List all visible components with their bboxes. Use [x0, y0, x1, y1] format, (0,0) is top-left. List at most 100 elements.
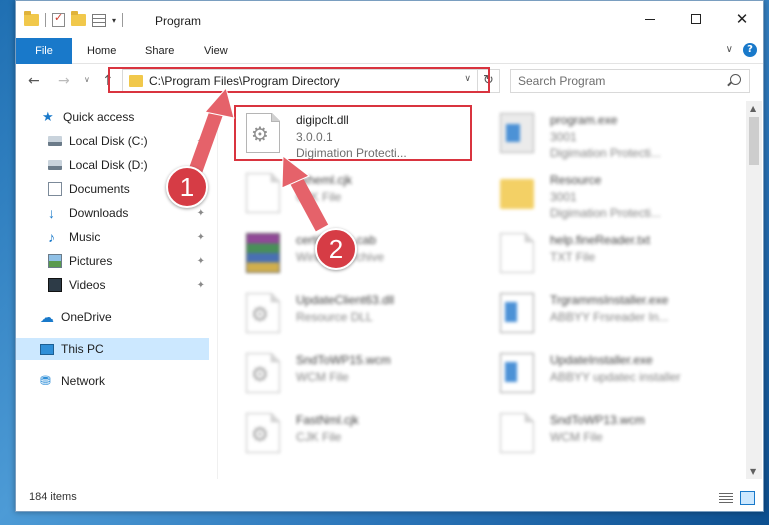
ribbon-tabs: File Home Share View ∨ ?: [16, 38, 763, 64]
documents-icon: [48, 182, 62, 196]
file-item[interactable]: UpdateInstaller.exe ABBYY updatec instal…: [490, 345, 740, 401]
back-button[interactable]: ←: [28, 73, 40, 89]
step-2-badge: 2: [315, 228, 357, 270]
dll-icon: [246, 293, 280, 333]
exe-icon: [500, 113, 534, 153]
file-version: 3001: [550, 130, 577, 144]
file-item[interactable]: TrgrammsInstaller.exe ABBYY Frsreader In…: [490, 285, 740, 341]
window-title: Program: [155, 14, 202, 28]
file-type: WCM File: [296, 370, 349, 384]
sidebar-item-label: OneDrive: [61, 310, 112, 324]
sidebar-item-label: Music: [69, 230, 101, 244]
sidebar-item-music[interactable]: ♪ Music ✦: [16, 226, 209, 248]
download-icon: ↓: [48, 205, 55, 221]
file-name: Resource: [550, 173, 602, 187]
nav-pane-divider: [217, 101, 218, 479]
file-icon: [500, 413, 534, 453]
sidebar-item-label: Documents: [69, 182, 130, 196]
file-name: SndToWP13.wcm: [550, 413, 645, 427]
maximize-button[interactable]: [673, 1, 719, 37]
dll-icon: [246, 353, 280, 393]
pin-icon[interactable]: ✦: [197, 136, 205, 147]
search-box[interactable]: [510, 69, 750, 93]
search-input[interactable]: [511, 70, 723, 92]
file-type: CJK File: [296, 430, 342, 444]
tab-share[interactable]: Share: [145, 38, 174, 64]
sidebar-item-network[interactable]: ⛃ Network: [16, 370, 209, 392]
sidebar-item-label: Downloads: [69, 206, 129, 220]
file-type: ABBYY updatec installer: [550, 370, 681, 384]
minimize-icon: [645, 18, 655, 20]
details-view-icon[interactable]: [719, 493, 733, 504]
file-name: TrgrammsInstaller.exe: [550, 293, 669, 307]
star-icon: ★: [42, 109, 54, 124]
help-icon[interactable]: ?: [743, 43, 757, 57]
sidebar-item-label: Local Disk (D:): [69, 158, 148, 172]
title-bar: ▾ Program ✕: [16, 1, 763, 37]
forward-button[interactable]: →: [58, 73, 70, 89]
scroll-down-icon[interactable]: ▼: [750, 467, 756, 476]
network-icon: ⛃: [40, 373, 51, 388]
sidebar-item-onedrive[interactable]: ☁ OneDrive: [16, 306, 209, 328]
file-item[interactable]: help.fineReader.txt TXT File: [490, 225, 740, 281]
vertical-scrollbar[interactable]: ▲ ▼: [746, 101, 762, 479]
tab-home[interactable]: Home: [87, 38, 116, 64]
file-description: Digimation Protecti...: [550, 146, 661, 160]
quick-access-toolbar: ▾: [24, 11, 124, 27]
tiles-view-icon[interactable]: [740, 491, 755, 505]
sidebar-item-label: Videos: [69, 278, 106, 292]
pin-icon[interactable]: ✦: [197, 208, 205, 219]
sidebar-item-label: This PC: [61, 342, 104, 356]
recent-locations-dropdown-icon[interactable]: ∨: [84, 75, 90, 84]
new-folder-icon[interactable]: [71, 11, 86, 26]
minimize-button[interactable]: [627, 1, 673, 37]
file-item[interactable]: fixheml.cjk CJK File: [236, 165, 486, 221]
file-name: program.exe: [550, 113, 618, 127]
sidebar-item-label: Network: [61, 374, 106, 388]
pictures-icon: [48, 254, 62, 268]
file-type: ABBYY Frsreader In...: [550, 310, 669, 324]
file-item[interactable]: program.exe 3001 Digimation Protecti...: [490, 105, 740, 161]
step-1-badge: 1: [166, 166, 208, 208]
properties-check-icon[interactable]: [52, 11, 65, 27]
file-type: Resource DLL: [296, 310, 373, 324]
item-count: 184 items: [29, 491, 77, 503]
sidebar-item-label: Pictures: [69, 254, 113, 268]
file-item[interactable]: UpdateClient63.dll Resource DLL: [236, 285, 486, 341]
tab-view[interactable]: View: [204, 38, 228, 64]
file-item[interactable]: SndToWP15.wcm WCM File: [236, 345, 486, 401]
file-item[interactable]: Resource 3001 Digimation Protecti...: [490, 165, 740, 221]
pin-icon[interactable]: ✦: [197, 232, 205, 243]
sidebar-item-this-pc[interactable]: This PC: [16, 338, 209, 360]
customize-qat-dropdown-icon[interactable]: ▾: [112, 16, 116, 25]
close-button[interactable]: ✕: [719, 1, 765, 37]
search-icon[interactable]: [730, 74, 741, 85]
dll-icon: [246, 413, 280, 453]
expand-ribbon-icon[interactable]: ∨: [726, 44, 733, 55]
file-version: 3001: [550, 190, 577, 204]
view-options-icon[interactable]: [92, 13, 106, 27]
file-type: WCM File: [550, 430, 603, 444]
folder-icon: [500, 179, 534, 209]
sidebar-item-videos[interactable]: Videos ✦: [16, 274, 209, 296]
file-item[interactable]: SndToWP13.wcm WCM File: [490, 405, 740, 461]
file-item[interactable]: certificates.cab WinRAR archive: [236, 225, 486, 281]
close-icon: ✕: [735, 10, 749, 28]
pin-icon[interactable]: ✦: [197, 256, 205, 267]
pin-icon[interactable]: ✦: [197, 280, 205, 291]
folder-icon: [24, 11, 39, 26]
pc-icon: [40, 343, 54, 355]
scroll-up-icon[interactable]: ▲: [750, 104, 756, 113]
file-item[interactable]: FastNml.cjk CJK File: [236, 405, 486, 461]
sidebar-item-label: Local Disk (C:): [69, 134, 148, 148]
sidebar-item-quick-access[interactable]: ★ Quick access: [16, 106, 209, 128]
file-icon: [246, 173, 280, 213]
tab-file[interactable]: File: [16, 38, 72, 64]
sidebar-item-local-disk-c[interactable]: Local Disk (C:) ✦: [16, 130, 209, 152]
installer-icon: [500, 353, 534, 393]
navigation-pane: ★ Quick access Local Disk (C:) ✦ Local D…: [16, 101, 216, 479]
sidebar-item-label: Quick access: [63, 110, 135, 124]
sidebar-item-pictures[interactable]: Pictures ✦: [16, 250, 209, 272]
scroll-thumb[interactable]: [749, 117, 759, 165]
videos-icon: [48, 278, 62, 292]
